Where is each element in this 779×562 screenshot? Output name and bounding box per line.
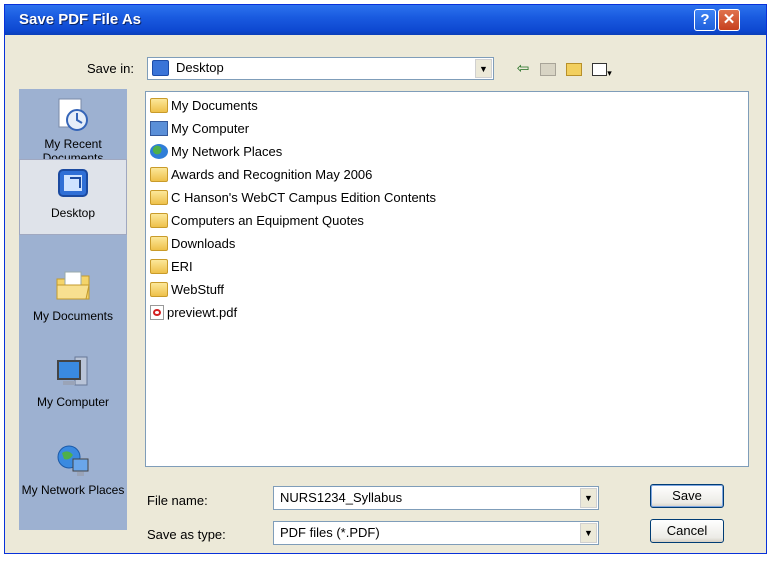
- place-label: Desktop: [50, 206, 96, 220]
- folder-icon: [150, 236, 168, 251]
- file-name-label: File name:: [147, 493, 208, 508]
- place-my-network-places[interactable]: My Network Places: [19, 443, 127, 497]
- folder-icon: [150, 190, 168, 205]
- save-button[interactable]: Save: [650, 484, 724, 508]
- desktop-icon: [58, 169, 88, 197]
- place-my-recent-documents[interactable]: My Recent Documents: [19, 97, 127, 165]
- list-item[interactable]: C Hanson's WebCT Campus Edition Contents: [150, 188, 436, 208]
- list-item[interactable]: ERI: [150, 257, 193, 277]
- save-as-type-dropdown[interactable]: PDF files (*.PDF) ▼: [273, 521, 599, 545]
- place-label: My Network Places: [21, 483, 125, 497]
- network-places-icon: [57, 445, 89, 476]
- list-item[interactable]: My Documents: [150, 96, 258, 116]
- chevron-down-icon[interactable]: ▼: [580, 523, 597, 543]
- place-label: My Computer: [36, 395, 110, 409]
- back-icon[interactable]: ⇦: [513, 60, 533, 78]
- my-computer-icon: [150, 121, 168, 136]
- folder-icon: [150, 282, 168, 297]
- file-name-field[interactable]: NURS1234_Syllabus ▼: [273, 486, 599, 510]
- title-bar[interactable]: Save PDF File As ? ✕: [5, 5, 766, 35]
- list-item[interactable]: My Computer: [150, 119, 249, 139]
- save-pdf-dialog: Save PDF File As ? ✕ Save in: Desktop ▼ …: [4, 4, 767, 554]
- recent-documents-icon: [58, 98, 88, 131]
- folder-icon: [150, 259, 168, 274]
- new-folder-icon[interactable]: [564, 60, 584, 78]
- cancel-button[interactable]: Cancel: [650, 519, 724, 543]
- place-desktop[interactable]: Desktop: [19, 159, 127, 235]
- folder-icon: [150, 167, 168, 182]
- save-in-dropdown[interactable]: Desktop ▼: [147, 57, 494, 80]
- pdf-file-icon: [150, 305, 164, 320]
- close-button[interactable]: ✕: [718, 9, 740, 31]
- save-in-label: Save in:: [87, 61, 134, 76]
- save-as-type-label: Save as type:: [147, 527, 226, 542]
- chevron-down-icon[interactable]: ▼: [475, 59, 492, 78]
- up-folder-icon[interactable]: [538, 60, 558, 78]
- place-my-documents[interactable]: My Documents: [19, 269, 127, 323]
- list-item[interactable]: Awards and Recognition May 2006: [150, 165, 372, 185]
- help-button[interactable]: ?: [694, 9, 716, 31]
- places-bar: My Recent Documents Desktop My Documents: [19, 89, 127, 530]
- my-documents-icon: [56, 271, 90, 300]
- folder-icon: [150, 213, 168, 228]
- list-item[interactable]: WebStuff: [150, 280, 224, 300]
- list-item[interactable]: My Network Places: [150, 142, 282, 162]
- my-documents-icon: [150, 98, 168, 113]
- save-as-type-value: PDF files (*.PDF): [280, 525, 380, 540]
- list-item[interactable]: Computers an Equipment Quotes: [150, 211, 364, 231]
- list-item[interactable]: previewt.pdf: [150, 303, 237, 323]
- view-menu-icon[interactable]: ▾: [589, 60, 615, 78]
- file-list[interactable]: My Documents My Computer My Network Plac…: [145, 91, 749, 467]
- file-name-value: NURS1234_Syllabus: [280, 490, 403, 505]
- network-places-icon: [150, 144, 168, 159]
- desktop-icon: [152, 60, 169, 76]
- window-title: Save PDF File As: [19, 11, 141, 28]
- chevron-down-icon[interactable]: ▼: [580, 488, 597, 508]
- list-item[interactable]: Downloads: [150, 234, 235, 254]
- my-computer-icon: [57, 356, 88, 386]
- place-my-computer[interactable]: My Computer: [19, 355, 127, 409]
- place-label: My Documents: [32, 309, 114, 323]
- save-in-value: Desktop: [176, 60, 224, 75]
